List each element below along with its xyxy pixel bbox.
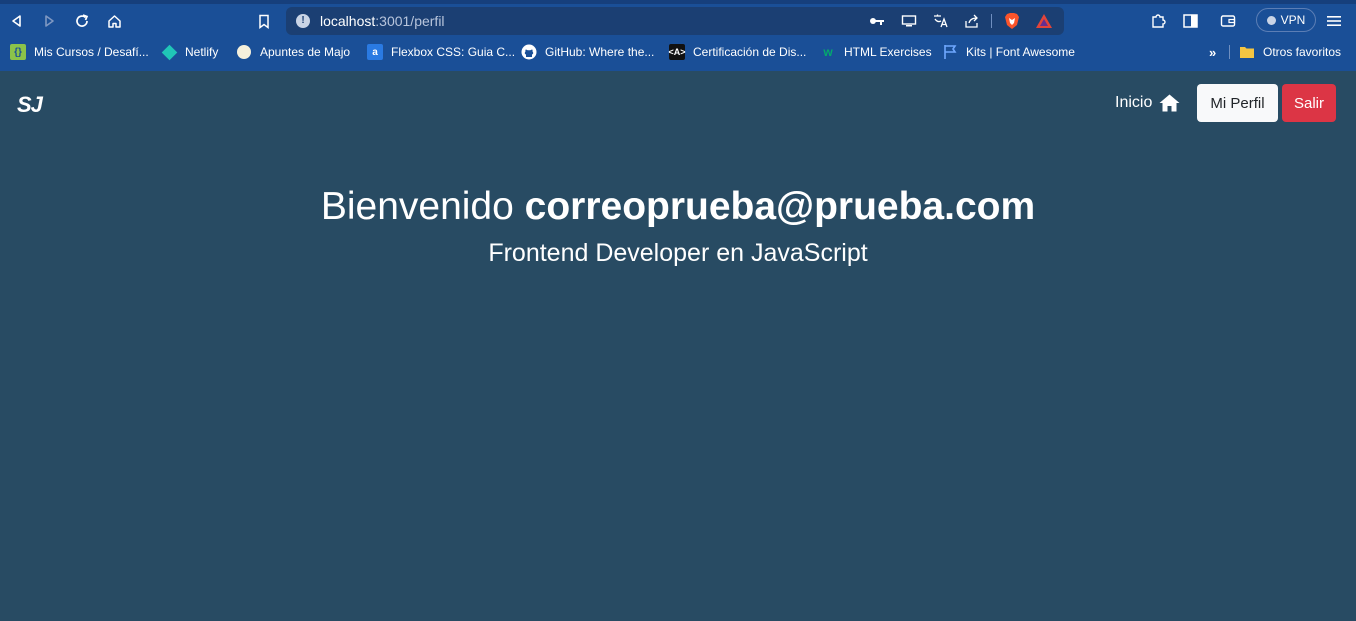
browser-chrome: ! localhost:3001/perfil VPN {} Mis Curso… <box>0 0 1356 71</box>
home-button[interactable] <box>103 10 125 32</box>
browser-toolbar: ! localhost:3001/perfil VPN <box>0 4 1356 38</box>
bookmark-apuntes[interactable]: Apuntes de Majo <box>236 43 350 61</box>
welcome-heading: Bienvenido correoprueba@prueba.com <box>0 184 1356 230</box>
key-icon[interactable] <box>868 12 886 30</box>
hamburger-icon <box>1327 16 1341 26</box>
forward-button[interactable] <box>38 10 60 32</box>
home-icon <box>1159 94 1180 112</box>
wallet-button[interactable] <box>1217 10 1239 32</box>
brave-rewards-icon[interactable] <box>1035 12 1053 30</box>
w3schools-icon: w <box>823 45 833 59</box>
nav-home-link[interactable]: Inicio <box>1115 94 1180 112</box>
logout-button[interactable]: Salir <box>1282 84 1336 122</box>
bookmark-flexbox[interactable]: a Flexbox CSS: Guia C... <box>367 43 515 61</box>
url-divider <box>991 14 992 28</box>
bookmark-netlify[interactable]: Netlify <box>161 43 218 61</box>
bookmark-label: Apuntes de Majo <box>260 45 351 59</box>
share-icon[interactable] <box>963 12 981 30</box>
bookmark-label: Mis Cursos / Desafí... <box>34 45 149 59</box>
wallet-icon <box>1220 15 1236 27</box>
forward-icon <box>45 15 54 27</box>
back-button[interactable] <box>6 10 28 32</box>
welcome-greeting: Bienvenido <box>320 185 514 228</box>
bookmarks-bar: {} Mis Cursos / Desafí... Netlify Apunte… <box>0 38 1356 66</box>
url-path: :3001/perfil <box>375 13 445 29</box>
back-icon <box>12 15 21 27</box>
certificacion-icon: <A> <box>669 44 686 60</box>
bookmark-icon <box>259 14 269 29</box>
sidebar-button[interactable] <box>1179 10 1201 32</box>
user-role: Frontend Developer en JavaScript <box>488 239 868 267</box>
vpn-button[interactable]: VPN <box>1256 8 1316 32</box>
translate-icon[interactable] <box>932 12 950 30</box>
vpn-status-icon <box>1266 15 1276 25</box>
bookmark-html-exercises[interactable]: w HTML Exercises <box>820 43 932 61</box>
bookmark-label: GitHub: Where the... <box>545 45 655 59</box>
reload-button[interactable] <box>71 10 93 32</box>
netlify-icon <box>161 44 177 60</box>
flexbox-icon: a <box>367 44 383 60</box>
bookmarks-divider <box>1229 45 1230 59</box>
other-favorites-folder[interactable]: Otros favoritos <box>1239 43 1341 61</box>
bookmark-github[interactable]: GitHub: Where the... <box>521 43 654 61</box>
home-outline-icon <box>107 14 121 28</box>
bookmark-certificacion[interactable]: <A> Certificación de Dis... <box>669 43 806 61</box>
circle-icon <box>236 44 252 60</box>
brave-shields-icon[interactable] <box>1003 12 1021 30</box>
nav-home-label: Inicio <box>1115 94 1153 111</box>
bookmark-label: Flexbox CSS: Guia C... <box>391 45 516 59</box>
puzzle-icon <box>1152 14 1166 28</box>
url-text[interactable]: localhost:3001/perfil <box>320 13 445 29</box>
other-favorites-label: Otros favoritos <box>1263 45 1342 59</box>
double-chevron-icon: » <box>1209 44 1217 60</box>
brand-logo[interactable]: SJ <box>17 92 43 118</box>
address-bar[interactable]: ! localhost:3001/perfil <box>286 7 1064 35</box>
vpn-label: VPN <box>1280 13 1306 27</box>
bookmark-mis-cursos[interactable]: {} Mis Cursos / Desafí... <box>10 43 149 61</box>
bookmark-label: HTML Exercises <box>844 45 932 59</box>
sidebar-icon <box>1182 14 1198 28</box>
bookmark-page-button[interactable] <box>253 10 275 32</box>
github-icon <box>521 44 537 60</box>
cast-icon[interactable] <box>900 12 918 30</box>
profile-button[interactable]: Mi Perfil <box>1197 84 1278 122</box>
more-bookmarks-button[interactable]: » <box>1209 43 1216 61</box>
flag-icon <box>942 44 958 60</box>
app-navbar: SJ Inicio Mi Perfil Salir <box>0 71 1356 137</box>
alura-icon: {} <box>10 44 26 60</box>
menu-button[interactable] <box>1323 10 1345 32</box>
bookmark-font-awesome[interactable]: Kits | Font Awesome <box>942 43 1075 61</box>
url-host: localhost <box>320 13 376 29</box>
profile-section: Bienvenido correoprueba@prueba.com Front… <box>0 184 1356 268</box>
site-info-icon[interactable]: ! <box>296 14 310 28</box>
reload-icon <box>76 14 89 27</box>
extensions-button[interactable] <box>1147 10 1169 32</box>
bookmark-label: Netlify <box>185 45 219 59</box>
user-email: correoprueba@prueba.com <box>524 185 1036 228</box>
folder-icon <box>1239 44 1255 60</box>
bookmark-label: Kits | Font Awesome <box>966 45 1075 59</box>
bookmark-label: Certificación de Dis... <box>693 45 807 59</box>
